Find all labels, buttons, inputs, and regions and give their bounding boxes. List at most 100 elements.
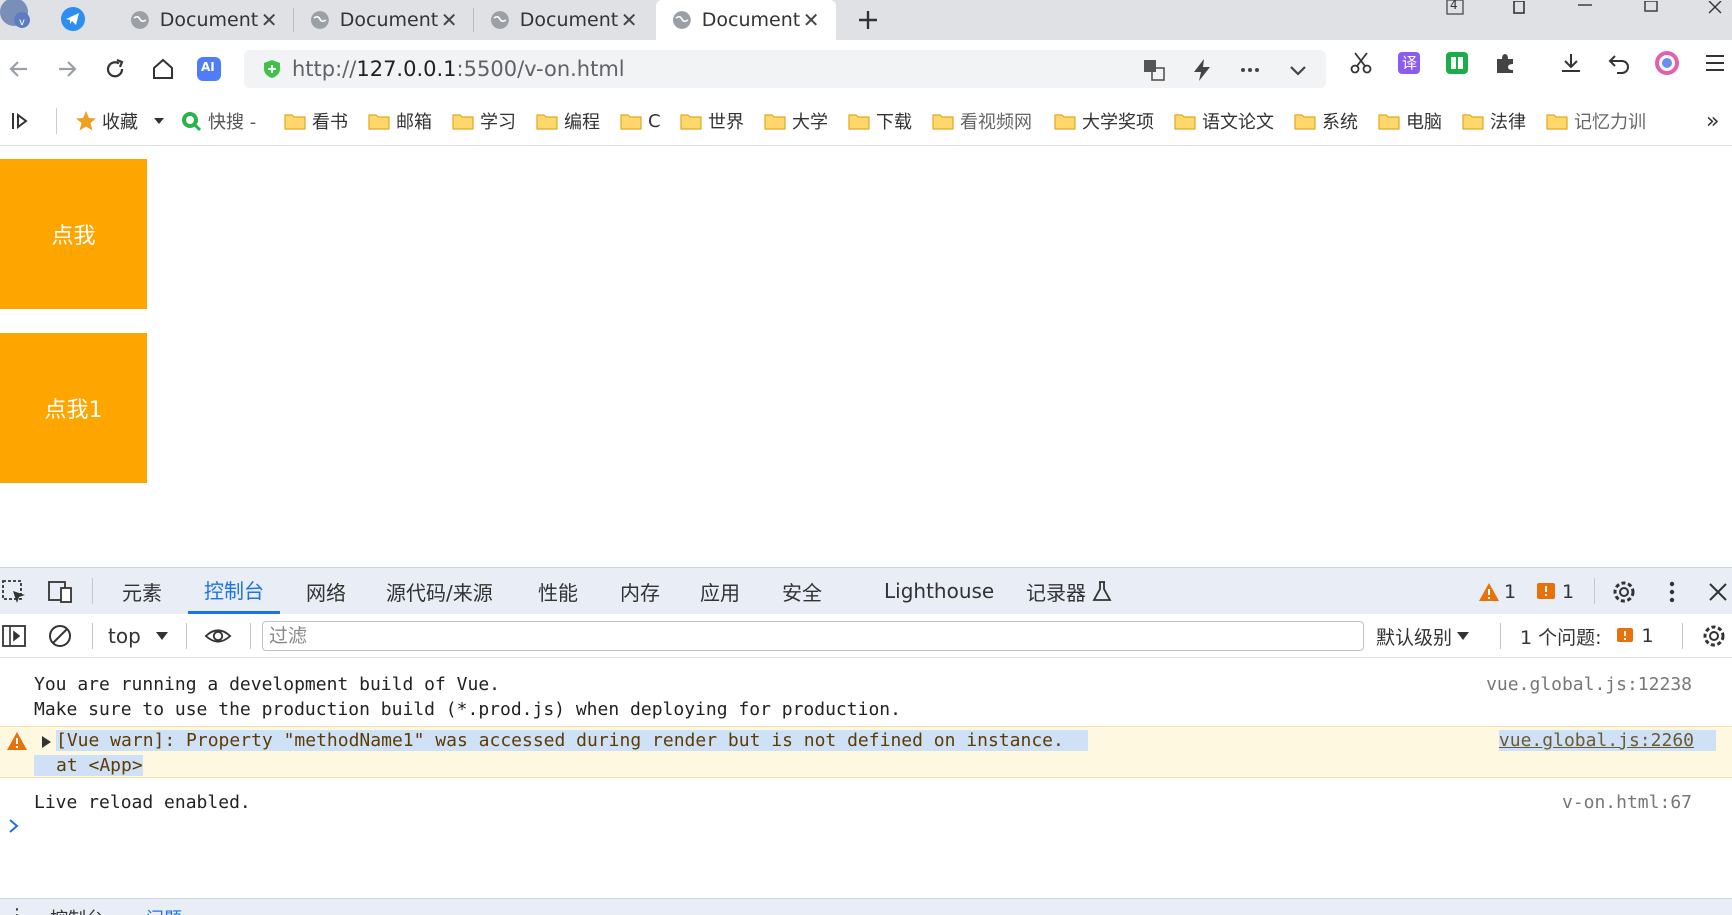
maximize-button[interactable]	[1640, 0, 1662, 16]
profile-avatar[interactable]: v	[0, 0, 36, 32]
console-warning-message: [Vue warn]: Property "methodName1" was a…	[0, 726, 1732, 778]
home-icon	[153, 58, 173, 79]
tab-document-active[interactable]: Document ✕	[656, 0, 836, 40]
kebab-menu-icon	[1669, 581, 1675, 603]
close-icon[interactable]: ✕	[618, 8, 640, 32]
close-icon[interactable]: ✕	[800, 8, 822, 32]
bookmark-folder[interactable]: 下载	[848, 108, 912, 134]
speed-mode-button[interactable]	[1188, 56, 1216, 84]
translate-extension-button[interactable]: 译	[1394, 48, 1424, 78]
tab-network[interactable]: 网络	[306, 568, 346, 614]
ai-chat-button[interactable]	[1652, 48, 1682, 78]
folder-icon	[1174, 114, 1196, 130]
console-prompt-icon[interactable]	[6, 818, 22, 834]
reload-button[interactable]	[100, 54, 130, 84]
screenshot-button[interactable]	[1346, 48, 1376, 78]
undo-close-button[interactable]	[1604, 48, 1634, 78]
click-me-1-button[interactable]: 点我1	[0, 333, 147, 483]
bookmark-folder[interactable]: 学习	[452, 108, 516, 134]
execution-context-select[interactable]: top	[108, 623, 169, 649]
ellipsis-icon	[1241, 68, 1259, 72]
tab-application[interactable]: 应用	[700, 568, 740, 614]
dropdown-button[interactable]	[1284, 56, 1312, 84]
drawer-menu-icon[interactable]: ⋮	[8, 905, 26, 915]
maximize-icon	[1644, 1, 1658, 12]
device-toolbar-button[interactable]	[46, 578, 74, 606]
pinned-tab[interactable]	[58, 5, 88, 33]
forward-button[interactable]	[52, 54, 82, 84]
close-icon[interactable]: ✕	[258, 8, 280, 32]
translate-page-button[interactable]	[1140, 56, 1168, 84]
tab-elements[interactable]: 元素	[122, 568, 162, 614]
restore-button[interactable]	[1508, 0, 1530, 16]
issues-button[interactable]: 1 个问题: 1	[1520, 623, 1654, 649]
tab-sources[interactable]: 源代码/来源	[386, 568, 493, 614]
close-icon[interactable]: ✕	[438, 8, 460, 32]
bookmark-folder[interactable]: 看视频网	[932, 108, 1032, 134]
tab-recorder[interactable]: 记录器	[1026, 568, 1112, 614]
bookmark-folder[interactable]: 电脑	[1378, 108, 1442, 134]
close-devtools-button[interactable]	[1704, 578, 1732, 606]
bookmark-folder[interactable]: 记忆力训	[1546, 108, 1646, 134]
bookmark-folder[interactable]: 世界	[680, 108, 744, 134]
devtools-menu-button[interactable]	[1658, 578, 1686, 606]
tab-performance[interactable]: 性能	[538, 568, 578, 614]
console-filter-input[interactable]	[262, 621, 1364, 651]
ai-assistant-button[interactable]: AI	[194, 54, 224, 84]
sidebar-toggle-button[interactable]	[0, 622, 28, 650]
bookmark-quick-search[interactable]: 快搜 -	[180, 108, 256, 134]
bookmark-folder[interactable]: 编程	[536, 108, 600, 134]
bookmark-folder[interactable]: 系统	[1294, 108, 1358, 134]
error-count-badge[interactable]: 1	[1536, 580, 1574, 604]
minimize-button[interactable]	[1574, 0, 1596, 16]
globe-icon	[672, 11, 691, 29]
drawer-tab-issues[interactable]: 问题	[146, 905, 182, 915]
live-expression-button[interactable]	[204, 622, 232, 650]
bookmark-folder[interactable]: 邮箱	[368, 108, 432, 134]
bookmark-folder[interactable]: 语文论文	[1174, 108, 1274, 134]
tab-document-2[interactable]: Document ✕	[294, 0, 474, 40]
tab-lighthouse[interactable]: Lighthouse	[884, 568, 994, 614]
drawer-tab-console[interactable]: 控制台	[50, 905, 104, 915]
warning-count-badge[interactable]: 1	[1478, 580, 1516, 604]
back-button[interactable]	[4, 54, 34, 84]
tab-document-3[interactable]: Document ✕	[474, 0, 654, 40]
bookmark-folder[interactable]: 看书	[284, 108, 348, 134]
close-window-button[interactable]	[1704, 0, 1726, 16]
tab-memory[interactable]: 内存	[620, 568, 660, 614]
bookmarks-overflow-button[interactable]: »	[1706, 108, 1719, 134]
log-level-select[interactable]: 默认级别	[1376, 623, 1470, 649]
clear-console-button[interactable]	[46, 622, 74, 650]
sidebar-toggle[interactable]	[10, 108, 32, 134]
expand-triangle-icon[interactable]	[40, 735, 52, 749]
bookmark-favorites[interactable]: 收藏	[74, 108, 166, 134]
scissors-icon	[1350, 52, 1372, 74]
console-settings-button[interactable]	[1700, 622, 1728, 650]
inspect-element-button[interactable]	[0, 578, 28, 606]
new-tab-button[interactable]	[852, 4, 884, 36]
tab-console[interactable]: 控制台	[188, 568, 280, 614]
more-actions-button[interactable]	[1236, 56, 1264, 84]
message-source-link[interactable]: v-on.html:67	[1562, 792, 1692, 813]
address-bar[interactable]: http://127.0.0.1:5500/v-on.html	[244, 50, 1326, 88]
tab-security[interactable]: 安全	[782, 568, 822, 614]
devtools-settings-button[interactable]	[1610, 578, 1638, 606]
console-message: You are running a development build of V…	[0, 658, 1732, 720]
folder-icon	[1294, 114, 1316, 130]
home-button[interactable]	[148, 54, 178, 84]
tab-document-1[interactable]: Document ✕	[114, 0, 294, 40]
main-menu-button[interactable]	[1700, 48, 1730, 78]
bookmark-folder[interactable]: 大学奖项	[1054, 108, 1154, 134]
click-me-button[interactable]: 点我	[0, 159, 147, 309]
bookmark-label: 邮箱	[396, 112, 432, 133]
bookmark-folder[interactable]: 大学	[764, 108, 828, 134]
message-source-link[interactable]: vue.global.js:2260	[1498, 730, 1716, 751]
message-source-link[interactable]: vue.global.js:12238	[1486, 674, 1692, 695]
reader-extension-button[interactable]	[1442, 48, 1472, 78]
extensions-button[interactable]	[1490, 48, 1520, 78]
toolbar-divider	[1682, 623, 1683, 649]
window-count-badge[interactable]: 4	[1444, 0, 1466, 16]
bookmark-folder[interactable]: 法律	[1462, 108, 1526, 134]
downloads-button[interactable]	[1556, 48, 1586, 78]
bookmark-folder[interactable]: C	[620, 108, 661, 134]
